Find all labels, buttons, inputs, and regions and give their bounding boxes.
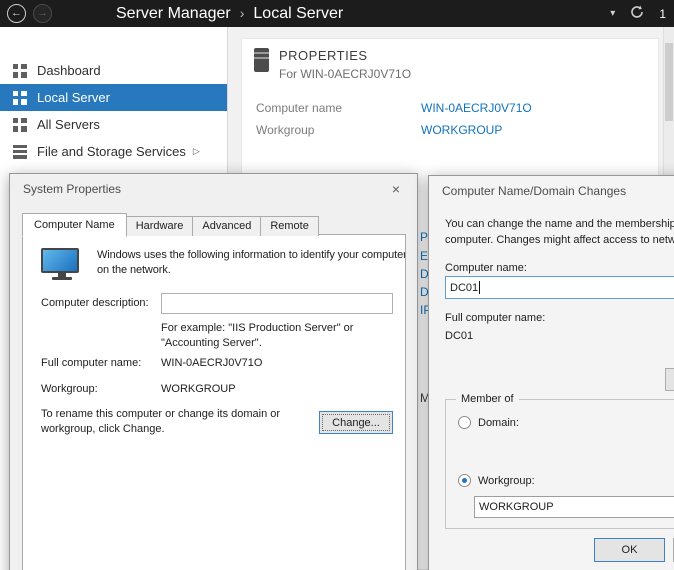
breadcrumb: Server Manager › Local Server <box>116 5 343 23</box>
workgroup-label: Workgroup: <box>41 383 98 395</box>
monitor-icon <box>41 248 83 282</box>
server-icon <box>254 48 269 72</box>
sidebar-item-all-servers[interactable]: All Servers <box>0 111 227 138</box>
sidebar-item-file-storage-services[interactable]: File and Storage Services ▷ <box>0 138 227 165</box>
panel-title: PROPERTIES <box>279 48 411 63</box>
text-cursor <box>479 281 480 294</box>
forward-arrow-icon: → <box>37 8 48 19</box>
refresh-icon[interactable] <box>630 5 644 22</box>
member-of-groupbox: Member of Domain: Workgroup: WORKGROUP <box>445 399 674 529</box>
change-button[interactable]: Change... <box>319 411 393 434</box>
full-computer-name-label: Full computer name: <box>41 357 141 369</box>
example-text: For example: "IIS Production Server" or … <box>161 321 353 351</box>
forward-button[interactable]: → <box>33 4 52 23</box>
full-computer-name-value: WIN-0AECRJ0V71O <box>161 357 262 369</box>
breadcrumb-separator-icon: › <box>240 5 245 21</box>
intro-text: Windows uses the following information t… <box>97 248 406 278</box>
chevron-right-icon: ▷ <box>193 146 200 157</box>
sidebar-item-label: All Servers <box>37 117 100 132</box>
properties-header: PROPERTIES For WIN-0AECRJ0V71O <box>242 39 658 81</box>
sidebar-item-dashboard[interactable]: Dashboard <box>0 57 227 84</box>
domain-radio-row: Domain: <box>458 416 519 429</box>
domain-radio[interactable] <box>458 416 471 429</box>
dialog-intro-line1: You can change the name and the membersh… <box>445 218 674 230</box>
file-storage-icon <box>13 145 27 159</box>
scrollbar-thumb[interactable] <box>665 43 673 121</box>
computer-name-input[interactable]: DC01 <box>445 276 674 299</box>
server-manager-window: ← → Server Manager › Local Server ▾ 1 Da… <box>0 0 674 570</box>
property-row: Workgroup WORKGROUP <box>242 119 658 141</box>
computer-description-input[interactable] <box>161 293 393 314</box>
full-computer-name-value: DC01 <box>445 330 473 342</box>
ok-button[interactable]: OK <box>594 538 665 562</box>
tab-remote[interactable]: Remote <box>260 216 319 236</box>
sidebar-item-local-server[interactable]: Local Server <box>0 84 227 111</box>
sidebar-item-label: Dashboard <box>37 63 101 78</box>
property-row: Computer name WIN-0AECRJ0V71O <box>242 97 658 119</box>
breadcrumb-root[interactable]: Server Manager <box>116 5 231 23</box>
all-servers-icon <box>13 118 27 132</box>
system-properties-dialog: System Properties × Computer Name Hardwa… <box>9 173 418 570</box>
workgroup-radio[interactable] <box>458 474 471 487</box>
dialog-title: Computer Name/Domain Changes <box>442 184 626 198</box>
workgroup-link[interactable]: WORKGROUP <box>421 123 502 137</box>
workgroup-value: WORKGROUP <box>161 383 236 395</box>
properties-rows: Computer name WIN-0AECRJ0V71O Workgroup … <box>242 97 658 141</box>
title-bar: ← → Server Manager › Local Server ▾ 1 <box>0 0 674 27</box>
domain-radio-label: Domain: <box>478 417 519 429</box>
property-label: Computer name <box>256 101 421 115</box>
more-button[interactable] <box>665 368 674 391</box>
computer-description-label: Computer description: <box>41 297 149 309</box>
back-arrow-icon: ← <box>11 8 22 19</box>
back-button[interactable]: ← <box>7 4 26 23</box>
computer-name-domain-changes-dialog: Computer Name/Domain Changes You can cha… <box>428 175 674 570</box>
member-of-label: Member of <box>456 393 519 405</box>
breadcrumb-current: Local Server <box>253 5 343 23</box>
full-computer-name-label: Full computer name: <box>445 312 545 324</box>
tab-advanced[interactable]: Advanced <box>192 216 261 236</box>
sidebar-item-label: File and Storage Services <box>37 144 186 159</box>
chevron-down-icon[interactable]: ▾ <box>610 8 615 19</box>
local-server-icon <box>13 91 27 105</box>
rename-hint-text: To rename this computer or change its do… <box>41 407 280 437</box>
computer-name-label: Computer name: <box>445 262 527 274</box>
dialog-intro-line2: computer. Changes might affect access to… <box>445 234 674 246</box>
workgroup-radio-label: Workgroup: <box>478 475 535 487</box>
dashboard-icon <box>13 64 27 78</box>
panel-subtitle: For WIN-0AECRJ0V71O <box>279 67 411 81</box>
notifications-flag[interactable]: 1 <box>659 7 666 21</box>
close-icon[interactable]: × <box>383 179 409 199</box>
workgroup-input[interactable]: WORKGROUP <box>474 496 674 518</box>
tab-strip: Computer Name Hardware Advanced Remote <box>22 213 318 236</box>
workgroup-radio-row: Workgroup: <box>458 474 535 487</box>
computer-name-link[interactable]: WIN-0AECRJ0V71O <box>421 101 532 115</box>
property-label: Workgroup <box>256 123 421 137</box>
titlebar-actions: ▾ 1 <box>610 5 666 22</box>
tab-page-computer-name: Windows uses the following information t… <box>22 234 406 570</box>
tab-computer-name[interactable]: Computer Name <box>22 213 127 237</box>
tab-hardware[interactable]: Hardware <box>126 216 194 236</box>
sidebar-item-label: Local Server <box>37 90 110 105</box>
dialog-title: System Properties <box>23 182 121 196</box>
